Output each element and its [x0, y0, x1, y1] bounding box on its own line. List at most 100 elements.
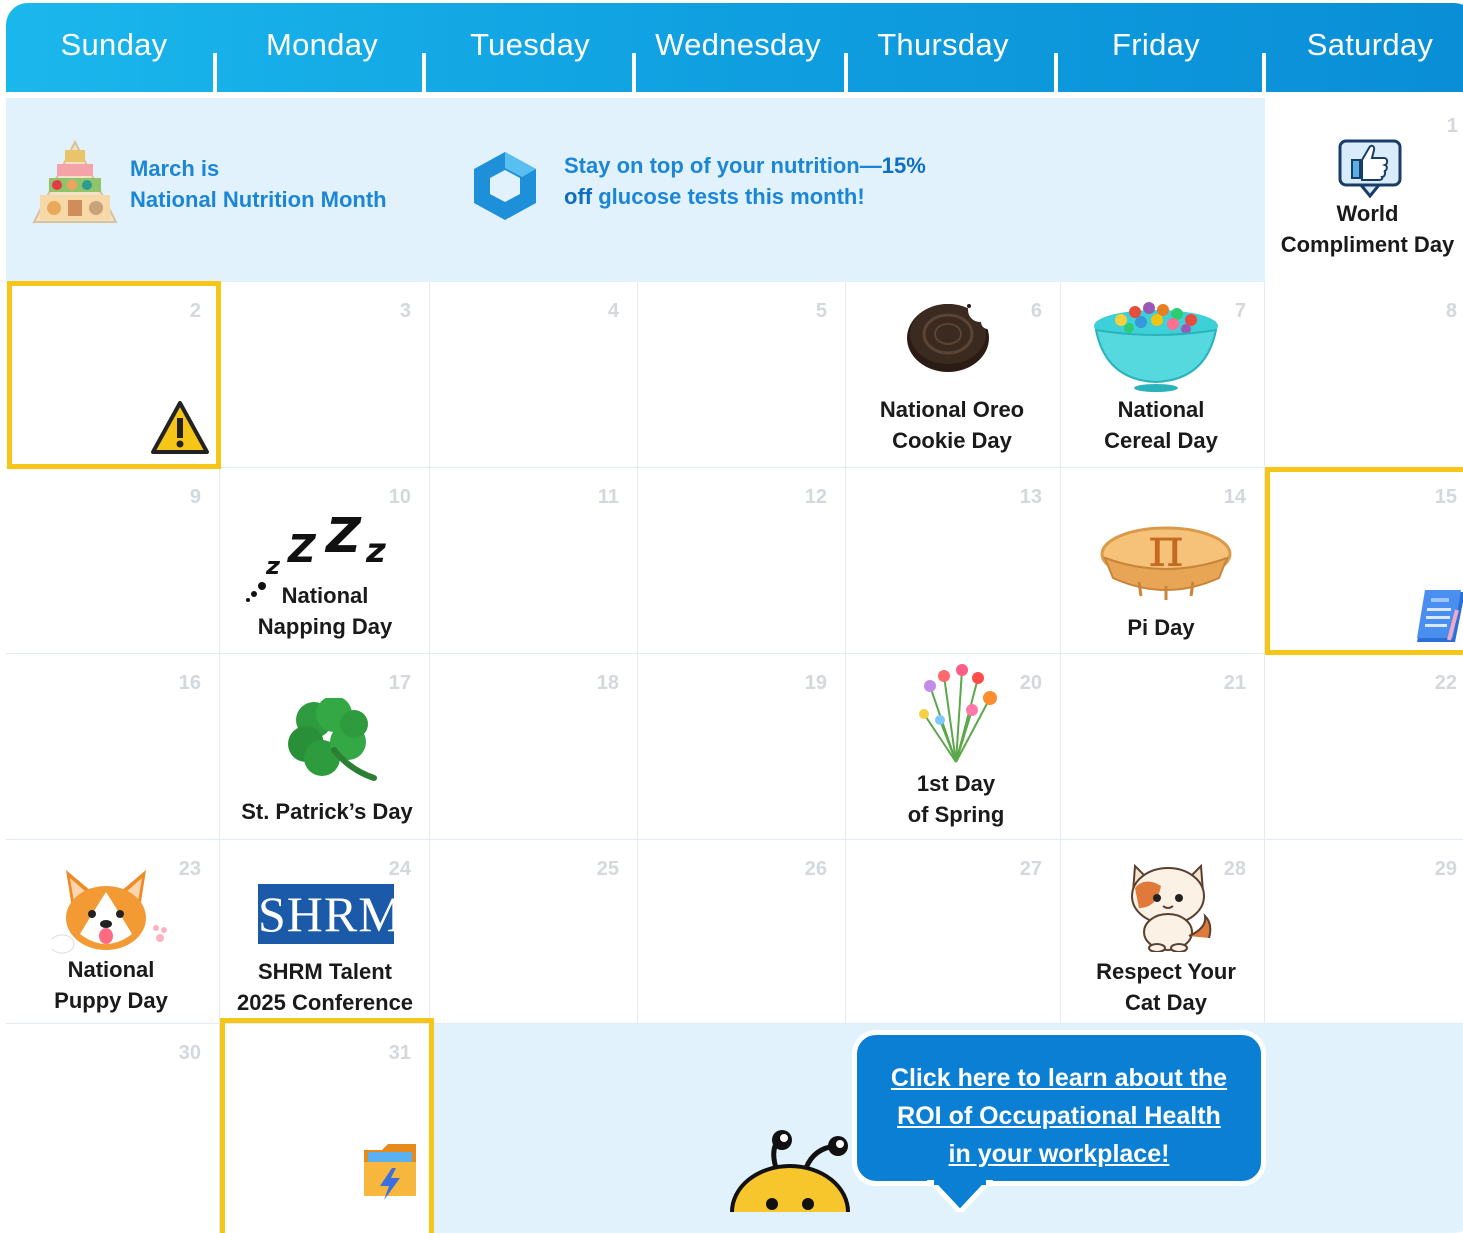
shamrock-icon [288, 698, 377, 781]
day-cell-9[interactable]: 9 [6, 468, 220, 654]
day-cell-6[interactable]: 6 National Oreo Cookie Day [846, 282, 1061, 468]
pi-symbol: π [1148, 516, 1184, 579]
corgi-icon [52, 870, 174, 954]
day-cell-20[interactable]: 20 1st Day of Spring [846, 654, 1061, 840]
day-number: 26 [804, 858, 827, 880]
svg-text:z: z [365, 531, 386, 571]
highlight-frame [220, 1018, 434, 1233]
day-number: 24 [388, 858, 411, 880]
header-friday: Friday [1112, 27, 1200, 62]
bubble-tail-icon [926, 1180, 994, 1212]
day-cell-28[interactable]: 28 Respect Your Cat Day [1061, 840, 1265, 1024]
day-number: 21 [1223, 672, 1246, 694]
cta-line[interactable]: Click here to learn about the [857, 1059, 1261, 1097]
hexagon-logo-icon [474, 152, 536, 220]
day-cell-18[interactable]: 18 [430, 654, 638, 840]
event-line: 1st Day [916, 771, 996, 796]
day-number: 30 [178, 1042, 201, 1064]
day-number: 4 [607, 300, 619, 322]
day-cell-17[interactable]: 17 St. Patrick’s Day [220, 654, 430, 840]
day-cell-19[interactable]: 19 [638, 654, 846, 840]
event-line: Respect Your [1096, 959, 1236, 984]
day-cell-8[interactable]: 8 [1265, 282, 1463, 468]
day-number: 22 [1434, 672, 1457, 694]
flower-bouquet-icon [919, 664, 997, 763]
event-label: National Cereal Day [1061, 394, 1261, 456]
day-number: 9 [189, 486, 201, 508]
header-wednesday: Wednesday [655, 27, 821, 62]
day-number: 23 [178, 858, 201, 880]
event-line: Cereal Day [1104, 428, 1218, 453]
event-line: National [1117, 397, 1205, 422]
roi-cta-bubble[interactable]: Click here to learn about the ROI of Occ… [852, 1030, 1266, 1186]
day-cell-30[interactable]: 30 [6, 1024, 220, 1233]
day-number: 25 [596, 858, 619, 880]
day-cell-1[interactable]: 1 World Compliment Day [1265, 98, 1463, 282]
day-cell-12[interactable]: 12 [638, 468, 846, 654]
highlight-frame [1265, 467, 1463, 655]
header-sunday: Sunday [60, 27, 168, 62]
food-pyramid-icon [32, 140, 118, 223]
event-line: 2025 Conference [236, 990, 414, 1015]
header-monday: Monday [265, 27, 379, 62]
event-line: National [67, 957, 155, 982]
day-cell-26[interactable]: 26 [638, 840, 846, 1024]
event-line: National [281, 583, 369, 608]
thumbs-up-icon [1338, 139, 1402, 199]
day-cell-4[interactable]: 4 [430, 282, 638, 468]
event-label: SHRM Talent 2025 Conference [220, 956, 430, 1018]
shrm-logo: SHRM [258, 884, 404, 944]
nutrition-month-line2: National Nutrition Month [130, 187, 387, 212]
day-cell-25[interactable]: 25 [430, 840, 638, 1024]
day-cell-27[interactable]: 27 [846, 840, 1061, 1024]
day-cell-13[interactable]: 13 [846, 468, 1061, 654]
cta-line[interactable]: in your workplace! [857, 1135, 1261, 1173]
header-divider [1262, 53, 1266, 93]
day-cell-23[interactable]: 23 National Puppy Day [6, 840, 220, 1024]
roi-cta-link[interactable]: Click here to learn about the ROI of Occ… [857, 1059, 1261, 1173]
day-cell-21[interactable]: 21 [1061, 654, 1265, 840]
svg-text:Z: Z [324, 510, 362, 564]
header-tuesday: Tuesday [470, 27, 590, 62]
event-label: 1st Day of Spring [846, 768, 1066, 830]
day-cell-11[interactable]: 11 [430, 468, 638, 654]
day-cell-3[interactable]: 3 [220, 282, 430, 468]
event-line: National Oreo [879, 397, 1025, 422]
day-number: 6 [1030, 300, 1042, 322]
day-number: 11 [597, 486, 619, 508]
day-number: 1 [1446, 115, 1458, 137]
day-cell-16[interactable]: 16 [6, 654, 220, 840]
oreo-cookie-icon [907, 298, 994, 372]
day-number: 12 [804, 486, 827, 508]
promo-text: glucose tests this month! [592, 184, 865, 209]
header-divider [1054, 53, 1058, 93]
bee-mascot-icon [730, 1130, 850, 1212]
day-cell-29[interactable]: 29 [1265, 840, 1463, 1024]
day-cell-14[interactable]: 14 π Pi Day [1061, 468, 1265, 654]
svg-text:Z: Z [287, 527, 317, 571]
day-cell-5[interactable]: 5 [638, 282, 846, 468]
glucose-promo-line1: Stay on top of your nutrition—15% [564, 150, 926, 181]
event-line: Puppy Day [54, 988, 168, 1013]
header-divider [422, 53, 426, 93]
day-number: 16 [178, 672, 201, 694]
day-number: 19 [804, 672, 827, 694]
glucose-promo-line2: off glucose tests this month! [564, 181, 865, 212]
event-label: World Compliment Day [1265, 198, 1463, 260]
header-divider [632, 53, 636, 93]
header-saturday: Saturday [1306, 27, 1434, 62]
day-cell-24[interactable]: 24 SHRM SHRM Talent 2025 Conference [220, 840, 430, 1024]
day-number: 3 [399, 300, 411, 322]
event-line: Cat Day [1125, 990, 1207, 1015]
day-cell-10[interactable]: 10 z Z Z z National Napping Day [220, 468, 430, 654]
day-number: 27 [1019, 858, 1042, 880]
day-number: 13 [1019, 486, 1042, 508]
cta-line[interactable]: ROI of Occupational Health [857, 1097, 1261, 1135]
day-number: 8 [1445, 300, 1457, 322]
cat-icon [1131, 863, 1212, 952]
promo-off: off [564, 184, 593, 209]
day-cell-22[interactable]: 22 [1265, 654, 1463, 840]
day-cell-7[interactable]: 7 National Cereal Day [1061, 282, 1265, 468]
header-divider [844, 53, 848, 93]
event-line: Compliment Day [1280, 232, 1455, 257]
